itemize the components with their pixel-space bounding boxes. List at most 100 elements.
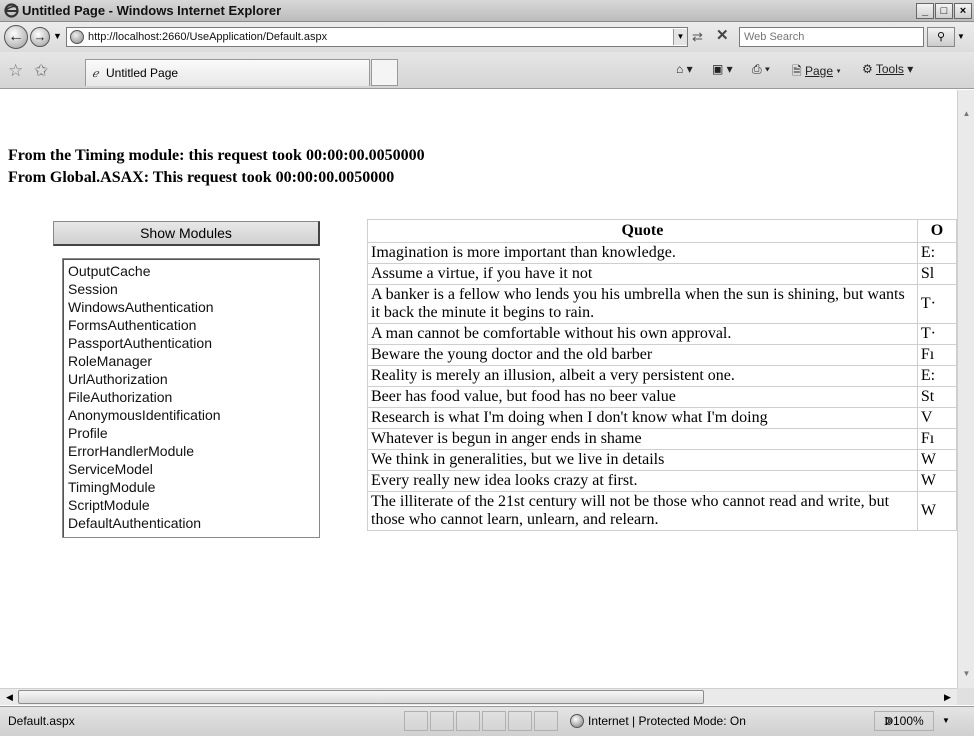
- list-item[interactable]: DefaultAuthentication: [68, 514, 319, 532]
- table-row: Assume a virtue, if you have it not Sl: [367, 263, 957, 285]
- modules-listbox[interactable]: OutputCache Session WindowsAuthenticatio…: [62, 258, 320, 538]
- scrollbar-corner: [957, 688, 974, 705]
- quote-cell: Every really new idea looks crazy at fir…: [367, 470, 918, 492]
- quotes-table: Quote O Imagination is more important th…: [367, 219, 957, 531]
- quote-cell: Beer has food value, but food has no bee…: [367, 386, 918, 408]
- table-row: Beer has food value, but food has no bee…: [367, 386, 957, 408]
- page-content: From the Timing module: this request too…: [0, 90, 957, 688]
- author-cell: Sl: [916, 263, 957, 285]
- author-cell: Fı: [916, 344, 957, 366]
- list-item[interactable]: UrlAuthorization: [68, 370, 319, 388]
- recent-pages-dropdown-icon[interactable]: ▼: [53, 31, 62, 41]
- tab-toolbar: ☆ ✩ ℯ Untitled Page ⌂ ▾ ▣ ▾ ⎙ ▾ 🗎 Page ▾…: [0, 52, 974, 89]
- ie-logo-icon: [4, 3, 19, 18]
- quote-cell: Research is what I'm doing when I don't …: [367, 407, 918, 429]
- security-zone-text: Internet | Protected Mode: On: [588, 714, 746, 728]
- address-dropdown-icon[interactable]: ▼: [673, 29, 687, 45]
- maximize-button[interactable]: □: [935, 3, 953, 19]
- quote-column-header: Quote: [367, 219, 918, 243]
- show-modules-button[interactable]: Show Modules: [53, 221, 320, 246]
- scroll-down-icon[interactable]: ▼: [959, 666, 974, 682]
- horizontal-scrollbar[interactable]: ◀ ▶: [0, 688, 957, 705]
- status-bar: Default.aspx Internet | Protected Mode: …: [0, 706, 974, 736]
- list-item[interactable]: ServiceModel: [68, 460, 319, 478]
- quote-cell: A banker is a fellow who lends you his u…: [367, 284, 918, 324]
- timing-module-text: From the Timing module: this request too…: [8, 147, 425, 164]
- table-row: A man cannot be comfortable without his …: [367, 323, 957, 345]
- table-row: Beware the young doctor and the old barb…: [367, 344, 957, 366]
- horizontal-scroll-thumb[interactable]: [18, 690, 704, 704]
- list-item[interactable]: Profile: [68, 424, 319, 442]
- window-controls: _ □ ×: [916, 3, 972, 19]
- home-icon[interactable]: ⌂ ▾: [676, 62, 693, 76]
- address-url[interactable]: http://localhost:2660/UseApplication/Def…: [88, 31, 327, 43]
- magnifier-icon: ⚲: [936, 31, 946, 43]
- security-zone[interactable]: Internet | Protected Mode: On: [570, 714, 746, 728]
- table-row: The illiterate of the 21st century will …: [367, 491, 957, 531]
- list-item[interactable]: OutputCache: [68, 262, 319, 280]
- back-arrow-icon: ←: [8, 28, 24, 45]
- minimize-button[interactable]: _: [916, 3, 934, 19]
- status-segment: [430, 711, 454, 731]
- table-row: Whatever is begun in anger ends in shame…: [367, 428, 957, 450]
- zoom-dropdown-icon[interactable]: ▼: [942, 716, 950, 725]
- page-menu[interactable]: 🗎 Page ▾: [792, 62, 841, 83]
- quote-cell: Assume a virtue, if you have it not: [367, 263, 918, 285]
- table-row: Every really new idea looks crazy at fir…: [367, 470, 957, 492]
- author-cell: W: [916, 449, 957, 471]
- table-row: Imagination is more important than knowl…: [367, 242, 957, 264]
- global-asax-timing-text: From Global.ASAX: This request took 00:0…: [8, 169, 395, 186]
- status-segment: [456, 711, 480, 731]
- add-favorites-icon[interactable]: ✩: [34, 61, 48, 81]
- author-cell: W: [916, 491, 957, 531]
- quote-cell: Reality is merely an illusion, albeit a …: [367, 365, 918, 387]
- search-options-dropdown-icon[interactable]: ▼: [957, 32, 965, 41]
- print-icon[interactable]: ⎙ ▾: [752, 62, 770, 77]
- title-bar: Untitled Page - Windows Internet Explore…: [0, 0, 974, 22]
- back-button[interactable]: ←: [4, 25, 28, 49]
- tab-untitled-page[interactable]: ℯ Untitled Page: [85, 59, 370, 86]
- list-item[interactable]: ErrorHandlerModule: [68, 442, 319, 460]
- list-item[interactable]: Session: [68, 280, 319, 298]
- list-item[interactable]: FileAuthorization: [68, 388, 319, 406]
- scroll-left-icon[interactable]: ◀: [2, 689, 17, 705]
- zoom-level[interactable]: ↇ100%: [874, 711, 934, 731]
- author-cell: St: [916, 386, 957, 408]
- window-title: Untitled Page - Windows Internet Explore…: [22, 3, 282, 18]
- stop-icon[interactable]: ✕: [716, 26, 729, 44]
- list-item[interactable]: AnonymousIdentification: [68, 406, 319, 424]
- author-cell: Fı: [916, 428, 957, 450]
- list-item[interactable]: ScriptModule: [68, 496, 319, 514]
- forward-button[interactable]: →: [30, 27, 50, 47]
- scroll-right-icon[interactable]: ▶: [940, 689, 955, 705]
- quote-cell: Whatever is begun in anger ends in shame: [367, 428, 918, 450]
- address-bar[interactable]: http://localhost:2660/UseApplication/Def…: [66, 27, 688, 47]
- tools-menu[interactable]: ⚙ Tools ▾: [862, 62, 913, 76]
- feeds-icon[interactable]: ▣ ▾: [712, 62, 733, 76]
- tab-label: Untitled Page: [106, 66, 179, 80]
- quote-cell: Imagination is more important than knowl…: [367, 242, 918, 264]
- search-button[interactable]: ⚲: [927, 27, 955, 47]
- new-tab-button[interactable]: [371, 59, 398, 86]
- close-button[interactable]: ×: [954, 3, 972, 19]
- list-item[interactable]: FormsAuthentication: [68, 316, 319, 334]
- list-item[interactable]: TimingModule: [68, 478, 319, 496]
- status-text: Default.aspx: [8, 714, 75, 728]
- author-column-header: O: [916, 219, 957, 243]
- scroll-up-icon[interactable]: ▲: [959, 106, 974, 122]
- vertical-scrollbar[interactable]: ▲ ▼: [957, 90, 974, 688]
- refresh-icon[interactable]: ⇄: [692, 29, 703, 45]
- table-header-row: Quote O: [367, 219, 957, 243]
- author-cell: V: [916, 407, 957, 429]
- search-box[interactable]: [739, 27, 924, 47]
- list-item[interactable]: WindowsAuthentication: [68, 298, 319, 316]
- internet-globe-icon: [570, 714, 584, 728]
- ie-page-icon: ℯ: [92, 68, 99, 80]
- search-input[interactable]: [740, 28, 923, 46]
- table-row: Reality is merely an illusion, albeit a …: [367, 365, 957, 387]
- author-cell: E:: [916, 365, 957, 387]
- list-item[interactable]: RoleManager: [68, 352, 319, 370]
- quote-cell: We think in generalities, but we live in…: [367, 449, 918, 471]
- list-item[interactable]: PassportAuthentication: [68, 334, 319, 352]
- favorites-star-icon[interactable]: ☆: [8, 61, 23, 81]
